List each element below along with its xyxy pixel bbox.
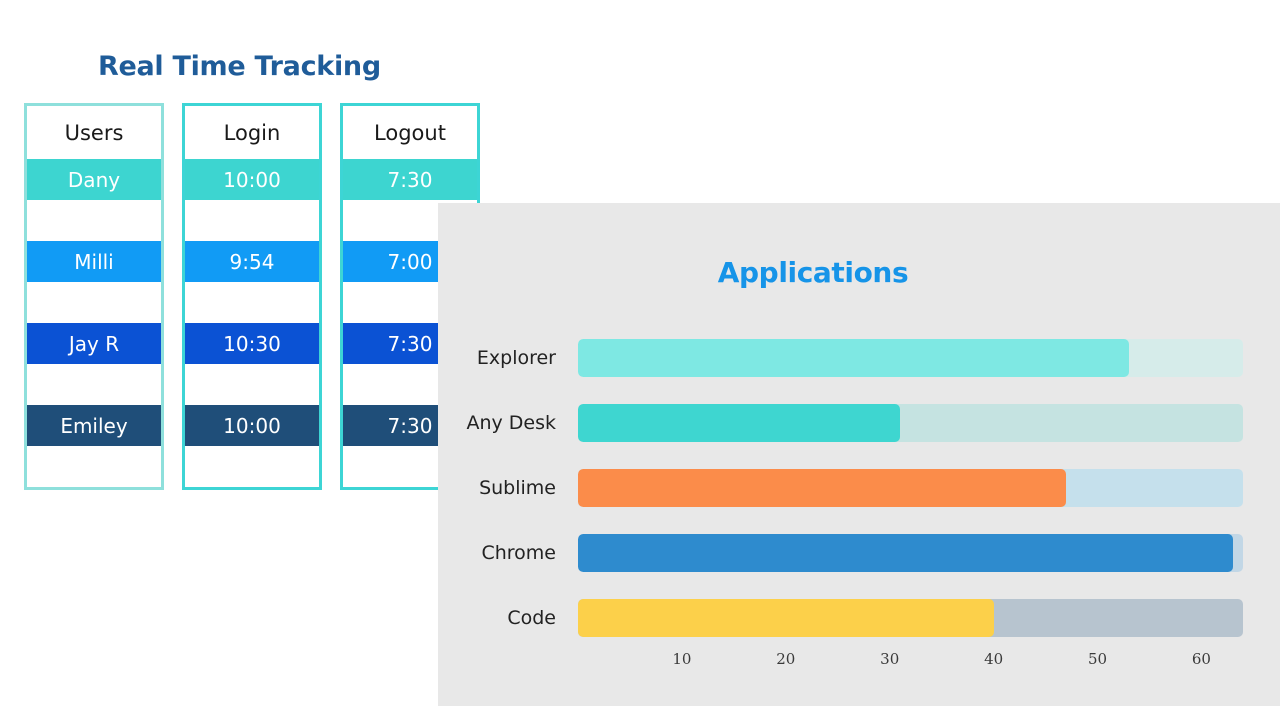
chart-bar-track [578,338,1243,377]
table-row: Jay R [27,323,161,364]
table-row [185,282,319,323]
chart-bar-row: Sublime [438,455,1280,520]
table-row [185,200,319,241]
chart-bar-track [578,533,1243,572]
chart-bar-fill [578,338,1129,377]
chart-bar-fill [578,598,994,637]
table-row [185,446,319,487]
chart-category-label: Explorer [476,346,556,369]
applications-bar-chart: Explorer Any Desk Sublime Chrome Code [438,325,1280,650]
column-header-users: Users [27,106,161,159]
chart-bar-fill [578,468,1067,507]
chart-bar-fill [578,403,901,442]
chart-x-axis: 10 20 30 40 50 60 [578,650,1243,674]
chart-bar-row: Explorer [438,325,1280,390]
chart-bar-row: Code [438,585,1280,650]
chart-x-tick: 50 [1087,650,1108,668]
chart-x-tick: 20 [776,650,796,668]
page-title: Real Time Tracking [98,51,381,82]
table-row: Dany [27,159,161,200]
table-row [27,364,161,405]
table-row: 10:00 [185,405,319,446]
chart-category-label: Sublime [479,476,556,499]
chart-category-label: Code [507,606,556,629]
chart-x-tick: 30 [880,650,900,668]
applications-panel: Applications Explorer Any Desk Sublime Chro… [438,203,1280,706]
table-row: Emiley [27,405,161,446]
table-row: 10:30 [185,323,319,364]
chart-bar-track [578,403,1243,442]
real-time-tracking-panel: Real Time Tracking Users Dany Milli Jay … [0,0,500,706]
table-row: 10:00 [185,159,319,200]
chart-bar-track [578,598,1243,637]
table-row: Milli [27,241,161,282]
table-row: 9:54 [185,241,319,282]
table-row [185,364,319,405]
chart-bar-row: Any Desk [438,390,1280,455]
table-row [27,446,161,487]
column-header-logout: Logout [343,106,477,159]
chart-bar-fill [578,533,1233,572]
chart-x-tick: 40 [984,650,1004,668]
column-header-login: Login [185,106,319,159]
tracking-column-login: Login 10:00 9:54 10:30 10:00 [182,103,322,490]
table-row [27,282,161,323]
tracking-column-users: Users Dany Milli Jay R Emiley [24,103,164,490]
tracking-table: Users Dany Milli Jay R Emiley Login 10:0… [24,103,480,490]
chart-category-label: Any Desk [466,411,556,434]
applications-title: Applications [717,256,909,289]
table-row: 7:30 [343,159,477,200]
chart-x-tick: 10 [672,650,692,668]
chart-x-tick: 60 [1191,650,1211,668]
chart-category-label: Chrome [481,541,556,564]
table-row [27,200,161,241]
chart-bar-row: Chrome [438,520,1280,585]
chart-bar-track [578,468,1243,507]
